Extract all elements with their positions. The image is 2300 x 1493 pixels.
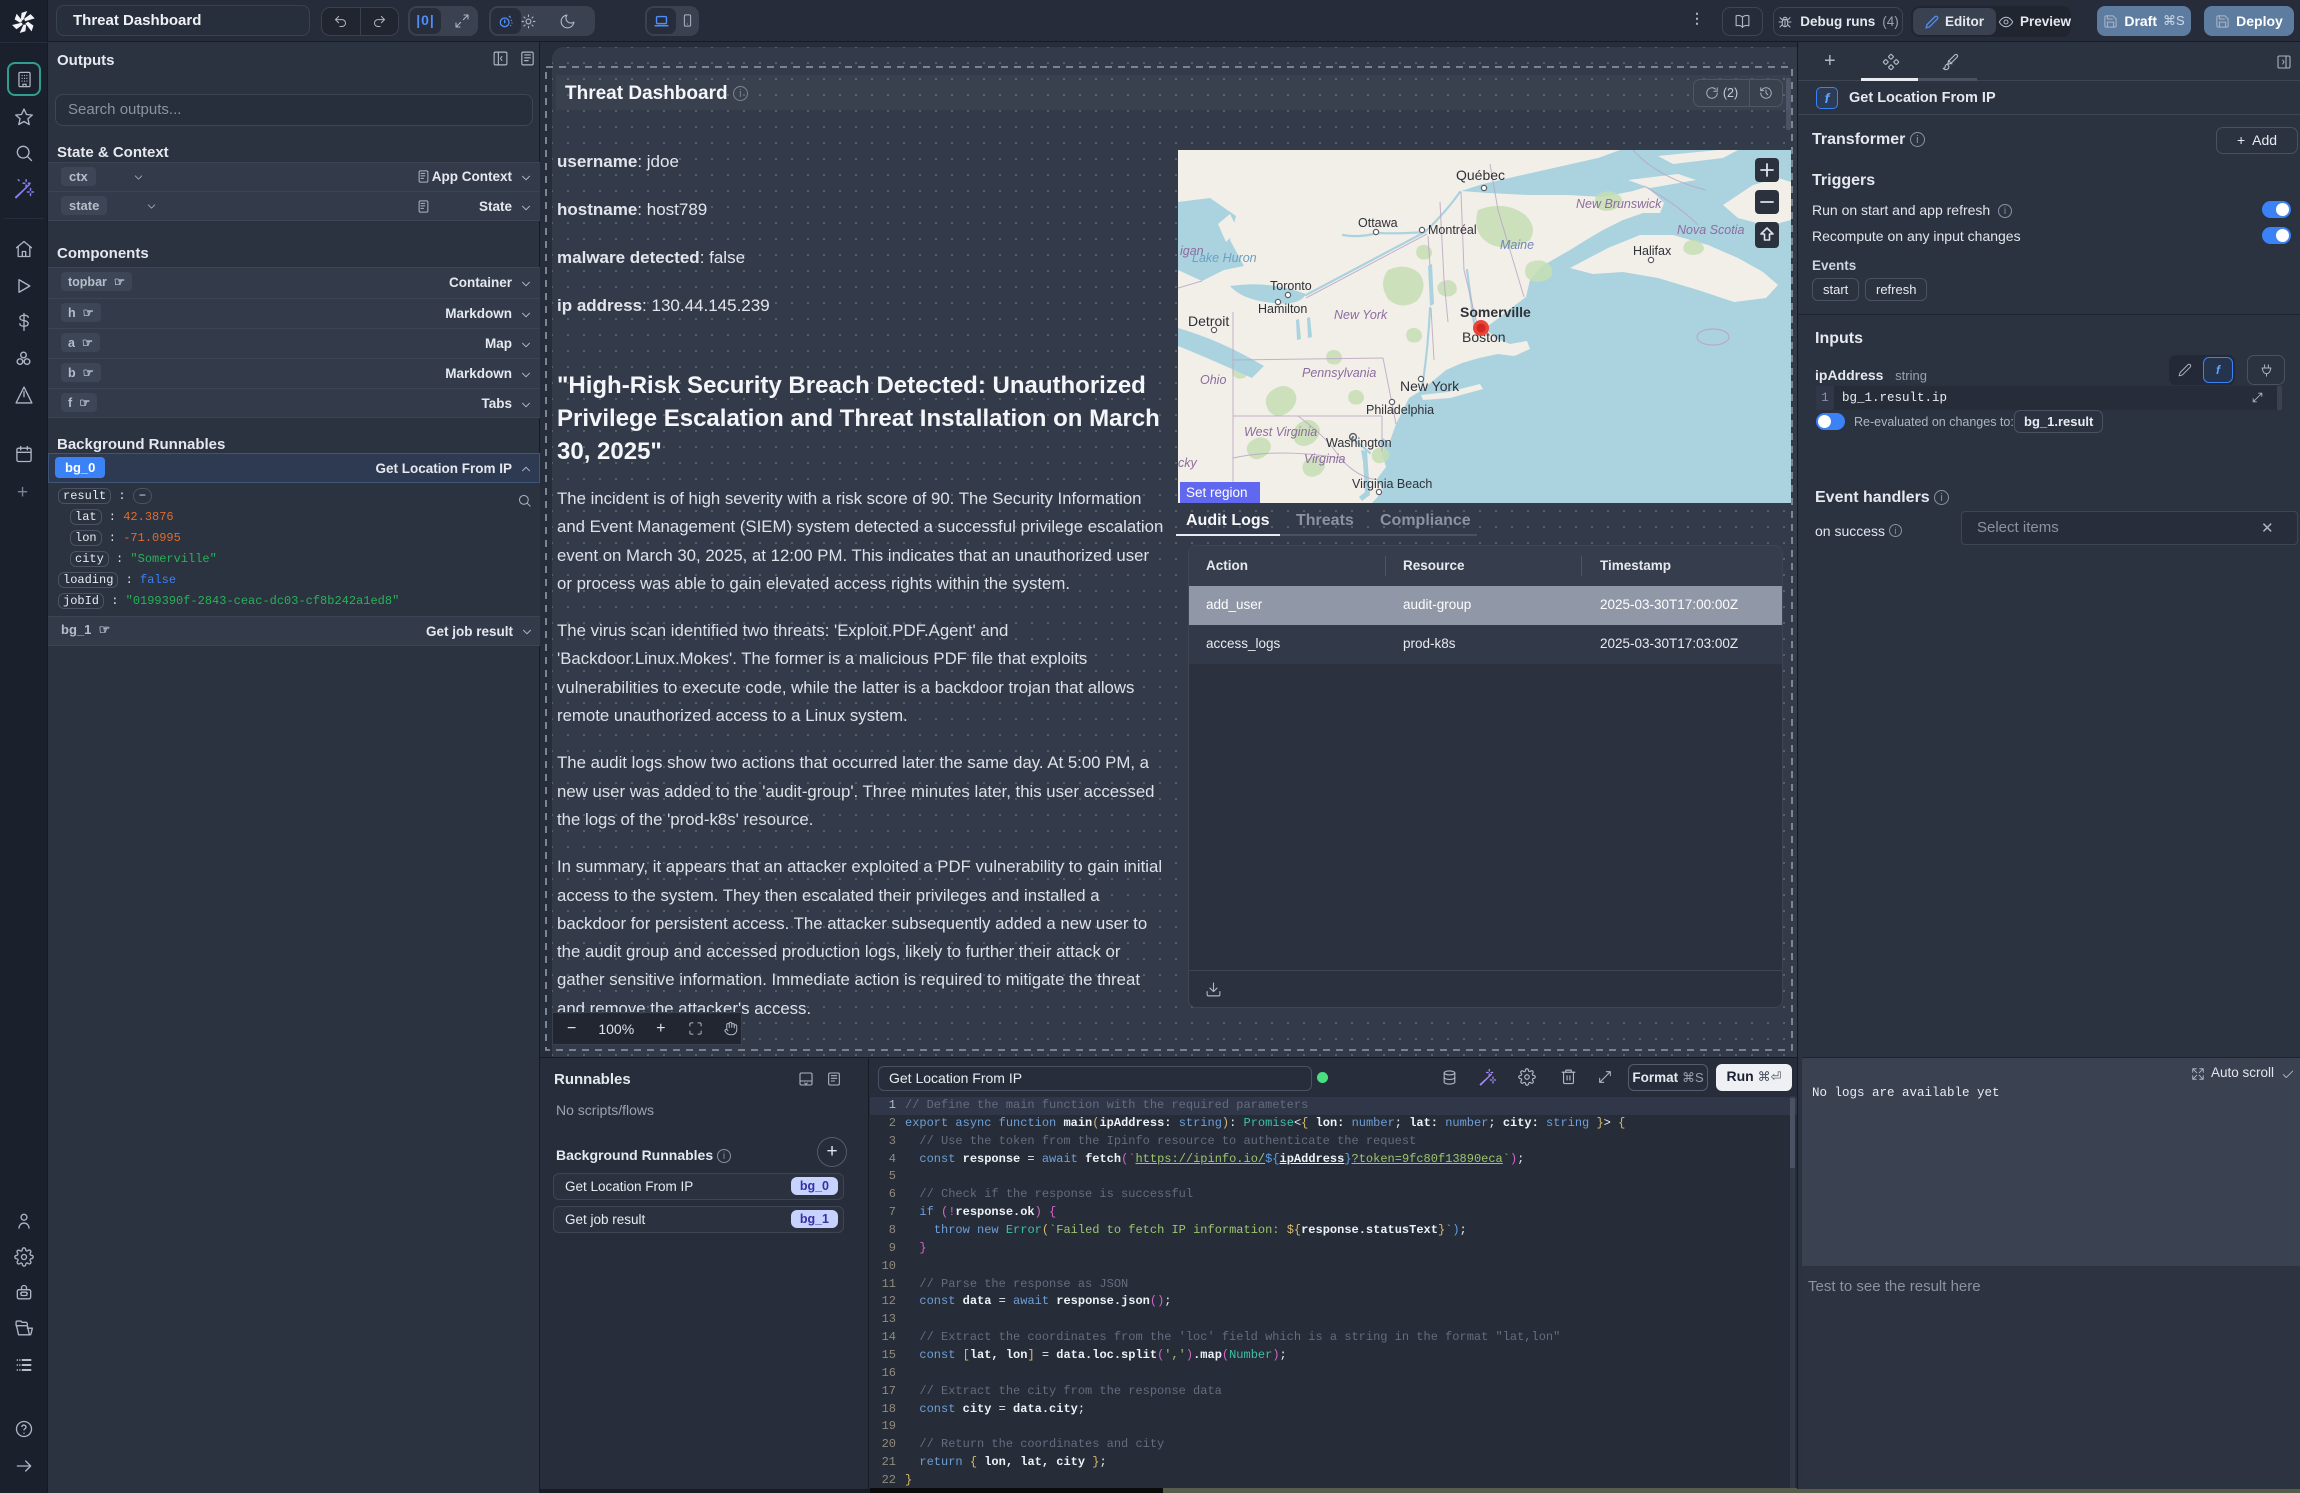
svg-text:Lake Huron: Lake Huron [1192,251,1257,265]
svg-text:Montréal: Montréal [1428,223,1477,237]
svg-text:Nova Scotia: Nova Scotia [1677,223,1744,237]
svg-text:Halifax: Halifax [1633,244,1672,258]
svg-text:Philadelphia: Philadelphia [1366,403,1434,417]
svg-text:Detroit: Detroit [1188,313,1229,329]
svg-text:Washington: Washington [1326,436,1392,450]
svg-text:New York: New York [1400,378,1460,394]
svg-text:West Virginia: West Virginia [1244,425,1317,439]
svg-text:Virginia Beach: Virginia Beach [1352,477,1432,491]
svg-text:cky: cky [1178,456,1198,470]
svg-text:New Brunswick: New Brunswick [1576,197,1662,211]
svg-text:Pennsylvania: Pennsylvania [1302,366,1376,380]
svg-text:Somerville: Somerville [1460,304,1531,320]
svg-text:Toronto: Toronto [1270,279,1312,293]
svg-text:New York: New York [1334,308,1388,322]
svg-text:Ohio: Ohio [1200,373,1226,387]
svg-text:Set region: Set region [1186,485,1248,500]
svg-text:Québec: Québec [1456,167,1505,183]
svg-text:Hamilton: Hamilton [1258,302,1307,316]
svg-text:Ottawa: Ottawa [1358,216,1398,230]
svg-text:Virginia: Virginia [1304,452,1346,466]
svg-text:Maine: Maine [1500,238,1534,252]
